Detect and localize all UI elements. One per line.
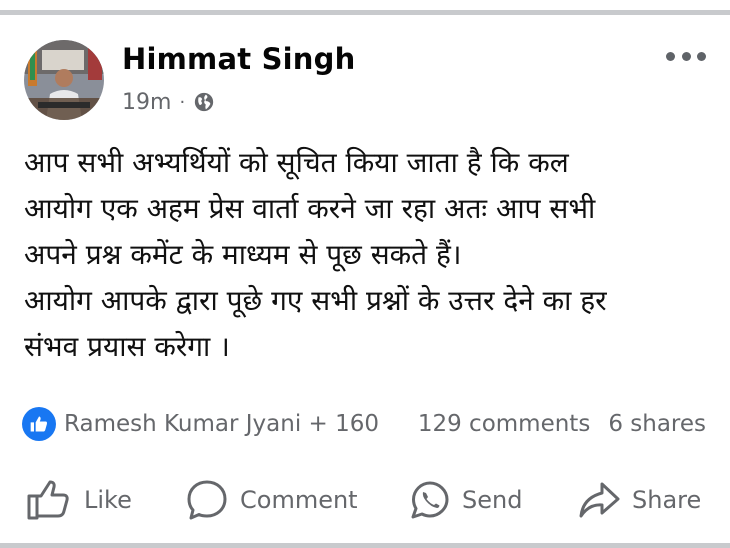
post-text-line: आप सभी अभ्यर्थियों को सूचित किया जाता है… <box>24 146 569 179</box>
share-label: Share <box>632 486 702 514</box>
send-label: Send <box>462 486 523 514</box>
top-divider <box>0 10 730 15</box>
bottom-divider <box>0 543 730 548</box>
author-avatar[interactable] <box>24 40 104 120</box>
shares-count[interactable]: 6 shares <box>608 411 706 437</box>
share-arrow-icon <box>579 482 620 518</box>
comment-button[interactable]: Comment <box>186 476 358 524</box>
post-text-line: आयोग एक अहम प्रेस वार्ता करने जा रहा अतः… <box>24 192 596 225</box>
whatsapp-icon <box>411 481 449 519</box>
post-body: आप सभी अभ्यर्थियों को सूचित किया जाता है… <box>24 140 714 370</box>
like-button[interactable]: Like <box>26 476 132 524</box>
more-dot <box>681 51 691 61</box>
post-actions: Like Comment Send Share <box>0 476 730 524</box>
like-label: Like <box>84 486 132 514</box>
post-text-line: आयोग आपके द्वारा पूछे गए सभी प्रश्नों के… <box>24 284 607 317</box>
post-meta: 19m · <box>122 88 215 116</box>
more-dot <box>697 51 706 61</box>
avatar-photo <box>24 40 104 120</box>
post-text-line: अपने प्रश्न कमेंट के माध्यम से पूछ सकते … <box>24 238 462 271</box>
like-reaction-icon <box>22 407 56 441</box>
engagement-counts: 129 comments 6 shares <box>418 406 706 442</box>
more-dot <box>666 51 675 61</box>
post-author-name[interactable]: Himmat Singh <box>122 42 355 76</box>
thumbs-up-icon <box>27 480 69 520</box>
send-button[interactable]: Send <box>410 476 522 524</box>
reactions-summary[interactable]: Ramesh Kumar Jyani + 160 <box>22 406 379 442</box>
post-timestamp[interactable]: 19m <box>122 90 171 115</box>
share-button[interactable]: Share <box>578 476 701 524</box>
meta-separator: · <box>179 91 186 113</box>
post-text-line: संभव प्रयास करेगा । <box>24 330 230 363</box>
comment-label: Comment <box>240 486 358 514</box>
reactions-names[interactable]: Ramesh Kumar Jyani + 160 <box>64 411 379 437</box>
comment-bubble-icon <box>187 480 227 520</box>
globe-icon <box>195 92 214 112</box>
comments-count[interactable]: 129 comments <box>418 411 590 437</box>
more-options-icon[interactable] <box>666 46 706 66</box>
